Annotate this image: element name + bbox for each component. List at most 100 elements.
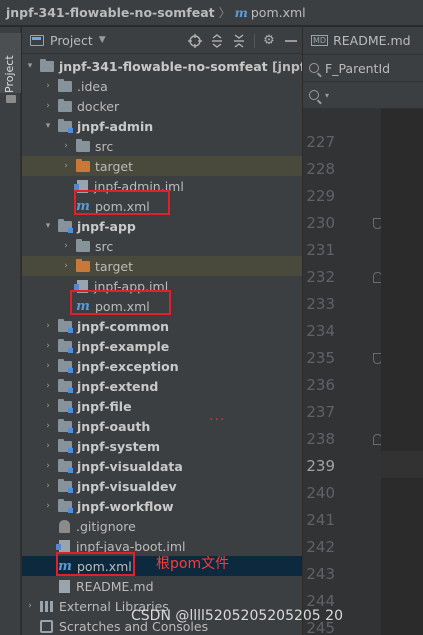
maven-file-icon: m [234,5,248,20]
tree-item-label: jnpf-workflow [77,498,174,514]
folder-icon [58,78,72,92]
line-number: 235 [306,349,335,367]
crosshair-icon[interactable] [184,30,206,52]
module-folder-icon [58,498,73,513]
tree-item-label: target [95,158,134,174]
chevron-down-icon[interactable]: ▾ [24,61,36,71]
source-folder-icon [76,138,90,152]
tree-item[interactable]: README.md [22,576,302,596]
tree-item[interactable]: › target [22,256,302,276]
chevron-right-icon[interactable]: › [60,141,72,151]
tree-item[interactable]: › jnpf-extend [22,376,302,396]
tree-item[interactable]: › docker [22,96,302,116]
chevron-down-icon[interactable]: ▼ [99,35,106,45]
markdown-file-icon [59,579,70,593]
module-folder-icon [58,418,73,433]
line-number: 234 [306,322,335,340]
project-tool-tab[interactable]: Project [0,33,21,93]
tree-item[interactable]: › jnpf-visualdev [22,476,302,496]
chevron-right-icon[interactable]: › [42,361,54,371]
editor-tab-readme[interactable]: MD README.md [303,27,423,55]
tree-item[interactable]: › jnpf-system [22,436,302,456]
breadcrumb-file[interactable]: pom.xml [251,5,306,20]
chevron-right-icon[interactable]: › [42,501,54,511]
editor-tab-label: README.md [333,33,411,48]
chevron-right-icon[interactable]: › [42,341,54,351]
tree-item-label: jnpf-admin [77,118,154,134]
chevron-right-icon[interactable]: › [60,261,72,271]
tree-item[interactable]: › jnpf-file [22,396,302,416]
tree-item[interactable]: › target [22,156,302,176]
chevron-right-icon[interactable]: › [42,481,54,491]
source-folder-icon [76,238,90,252]
excluded-folder-icon [76,158,90,172]
tree-item[interactable]: › src [22,136,302,156]
search-value: F_ParentId [325,60,391,76]
chevron-right-icon[interactable]: › [24,601,36,611]
chevron-right-icon[interactable]: › [42,81,54,91]
line-number: 230 [306,214,335,232]
navigation-breadcrumb: jnpf-341-flowable-no-somfeat 〉 m pom.xml [0,0,423,26]
collapse-all-icon[interactable] [228,30,250,52]
line-number: 227 [306,133,335,151]
tree-item[interactable]: ▾ jnpf-341-flowable-no-somfeat [jnpf-java [22,56,302,76]
chevron-right-icon[interactable]: › [60,241,72,251]
search-field[interactable]: F_ParentId [303,55,423,82]
tree-item-label: src [95,138,114,154]
chevron-right-icon[interactable]: › [42,401,54,411]
tree-item[interactable]: › jnpf-visualdata [22,456,302,476]
line-number: 228 [306,160,335,178]
chevron-right-icon[interactable]: › [42,461,54,471]
chevron-down-icon[interactable]: ▾ [42,121,54,131]
tree-item-label: .gitignore [76,518,136,534]
tree-item[interactable]: .gitignore [22,516,302,536]
excluded-folder-icon [76,258,90,272]
chevron-right-icon[interactable]: › [42,321,54,331]
tree-item[interactable]: ▾ jnpf-admin [22,116,302,136]
tree-item[interactable]: › jnpf-common [22,316,302,336]
line-number: 237 [306,403,335,421]
gitignore-file-icon [59,519,70,533]
module-folder-icon [58,458,73,473]
code-area[interactable] [381,109,423,635]
chevron-down-icon[interactable]: ▾ [42,221,54,231]
tree-item-label: target [95,258,134,274]
line-number: 233 [306,295,335,313]
chevron-right-icon[interactable]: › [60,161,72,171]
project-tool-tab-label: Project [3,55,16,93]
tree-item-label: jnpf-system [77,438,161,454]
tree-item[interactable]: › src [22,236,302,256]
settings-icon[interactable]: ⚙ [258,30,280,52]
tree-item-label: jnpf-file [77,398,132,414]
module-folder-icon [58,398,73,413]
tree-item[interactable]: › jnpf-oauth [22,416,302,436]
hide-icon[interactable] [280,30,302,52]
module-folder-icon [58,358,73,373]
tree-item[interactable]: › jnpf-exception [22,356,302,376]
tree-item[interactable]: › jnpf-example [22,336,302,356]
tree-item[interactable]: › jnpf-workflow [22,496,302,516]
root-pom-annotation: 根pom文件 [156,556,230,572]
breadcrumb-project[interactable]: jnpf-341-flowable-no-somfeat [6,5,215,20]
line-number: 231 [306,241,335,259]
tree-item[interactable]: › .idea [22,76,302,96]
chevron-right-icon[interactable]: › [42,381,54,391]
chevron-down-icon: ▾ [325,90,330,100]
annotation-box-root-pom [56,552,135,576]
line-number-gutter: 227 228 229 230 231 232 233 234 235 236 237 238 239 2… [303,109,382,635]
project-view-title[interactable]: Project [50,33,93,48]
module-folder-icon [58,338,73,353]
line-number: 238 [306,430,335,448]
module-folder-icon [58,218,73,233]
expand-all-icon[interactable] [206,30,228,52]
tree-item-label: docker [77,98,120,114]
chevron-right-icon[interactable]: › [42,441,54,451]
tree-item[interactable]: ▾ jnpf-app [22,216,302,236]
search-field-secondary[interactable]: ▾ [303,82,423,109]
library-icon [40,600,54,612]
chevron-right-icon[interactable]: › [42,421,54,431]
module-folder-icon [58,438,73,453]
chevron-right-icon[interactable]: › [42,101,54,111]
project-view-icon [30,34,44,46]
line-number: 239 [306,457,335,475]
